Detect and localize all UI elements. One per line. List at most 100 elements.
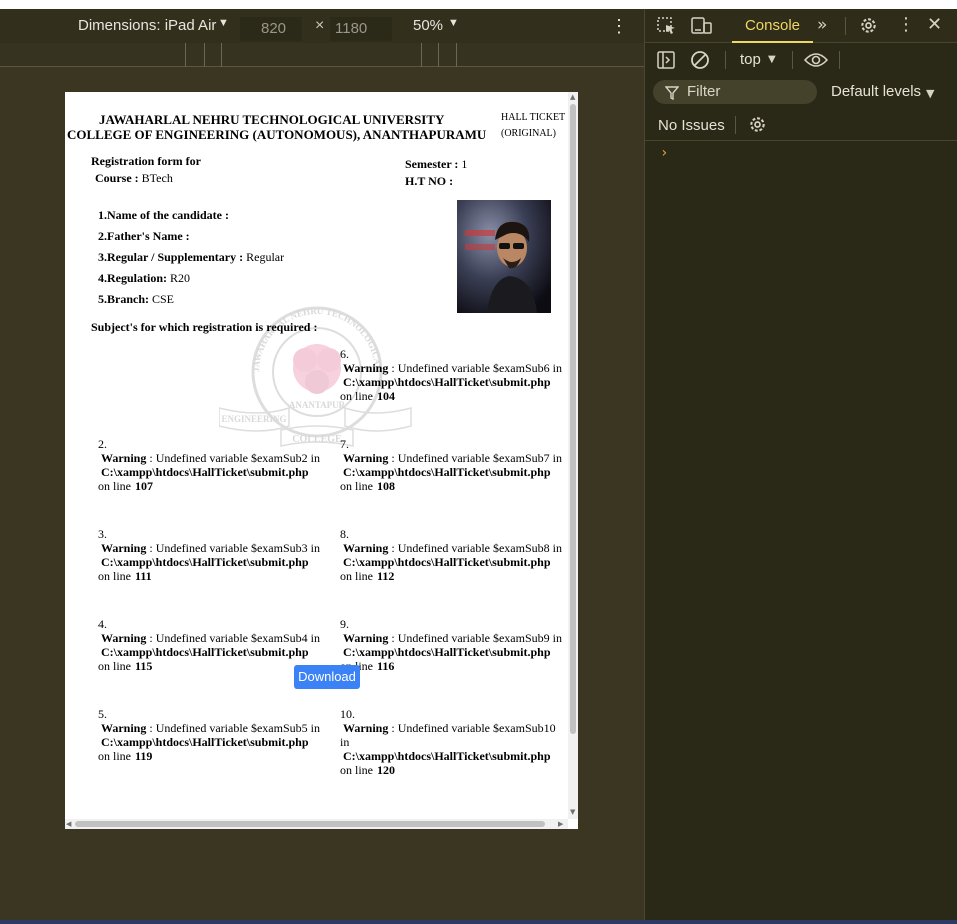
clear-icon[interactable] [690,50,710,70]
horizontal-scrollbar[interactable]: ◀ ▶ [65,819,568,829]
inspect-icon[interactable] [657,17,677,35]
zoom-select[interactable]: 50% [413,17,443,34]
context-caret-icon[interactable]: ▼ [768,54,776,65]
zoom-caret-icon[interactable]: ▼ [448,17,459,29]
tab-console[interactable]: Console [732,9,813,43]
height-input[interactable]: 1180 [330,17,392,41]
media-query-ruler[interactable] [0,43,645,67]
subjects-title: Subject's for which registration is requ… [91,320,318,334]
warning-line-number: 107 [135,479,153,493]
warning-path: C:\xampp\htdocs\HallTicket\submit.php [343,555,551,569]
warning-line-number: 112 [377,569,395,583]
eye-icon[interactable] [804,52,828,68]
kebab-icon[interactable]: ⋮ [897,14,915,35]
warning-path: C:\xampp\htdocs\HallTicket\submit.php [343,465,551,479]
warning-text: : Undefined variable $examSub4 in [149,631,320,645]
times-icon: × [315,17,325,34]
subject-number: 6. [340,347,349,361]
course-row: Course : BTech [95,171,173,186]
warning-label: Warning [343,721,389,735]
field-label: 1.Name of the candidate : [98,208,229,222]
devtools-panel: Console » ⋮ ✕ top ▼ Filter Default level… [644,9,957,921]
warning-label: Warning [343,451,389,465]
warning-text: : Undefined variable $examSub6 in [391,361,562,375]
log-levels-select[interactable]: Default levels [831,83,921,100]
issues-bar: No Issues [645,109,957,141]
download-button[interactable]: Download [294,665,360,689]
university-name-line2: COLLEGE OF ENGINEERING (AUTONOMOUS), ANA… [67,127,487,142]
issues-settings-icon[interactable] [748,115,767,134]
on-line-label: on line [98,659,131,673]
subject-number: 3. [98,527,107,541]
field-name-of-candidate: 1.Name of the candidate : [98,208,229,223]
vertical-scroll-thumb[interactable] [570,104,576,734]
field-label: 5.Branch: [98,292,149,306]
warning-text: : Undefined variable $examSub5 in [149,721,320,735]
warning-text: : Undefined variable $examSub2 in [149,451,320,465]
warning-line-number: 119 [135,749,153,763]
on-line-label: on line [340,763,373,777]
warning-path: C:\xampp\htdocs\HallTicket\submit.php [101,735,309,749]
device-more-icon[interactable]: ⋮ [610,17,628,35]
warning-line-number: 108 [377,479,395,493]
field-label: 2.Father's Name : [98,229,190,243]
subject-number: 4. [98,617,107,631]
subject-number: 2. [98,437,107,451]
subject-number: 7. [340,437,349,451]
close-icon[interactable]: ✕ [927,14,942,35]
on-line-label: on line [98,479,131,493]
watermark-city: ANANTAPUR [289,400,346,410]
warning-line-number: 116 [377,659,395,673]
field-fathers-name: 2.Father's Name : [98,229,190,244]
console-toolbar: top ▼ [645,43,957,77]
settings-icon[interactable] [859,16,878,35]
filter-icon [665,86,679,100]
warning-path: C:\xampp\htdocs\HallTicket\submit.php [343,375,551,389]
vertical-scrollbar[interactable]: ▲ ▼ [568,92,578,819]
field-label: 4.Regulation: [98,271,167,285]
scroll-left-icon[interactable]: ◀ [66,820,71,828]
on-line-label: on line [98,569,131,583]
warning-line-number: 120 [377,763,395,777]
semester-label: Semester : [405,157,459,171]
warning-label: Warning [343,631,389,645]
emulated-viewport[interactable]: JAWAHARLAL NEHRU TECHNOLOGICAL UNIVERSIT… [65,92,578,829]
hall-ticket-page: JAWAHARLAL NEHRU TECHNOLOGICAL UNIVERSIT… [65,92,568,819]
watermark-left: ENGINEERING [221,414,286,424]
sidebar-icon[interactable] [657,51,675,69]
horizontal-scroll-thumb[interactable] [75,821,545,827]
subject-cell: 10. Warning : Undefined variable $examSu… [340,707,565,777]
device-toggle-icon[interactable] [691,17,713,35]
field-value: CSE [152,292,175,306]
warning-line-number: 111 [135,569,152,583]
subject-cell: 9. Warning : Undefined variable $examSub… [340,617,565,673]
issues-count[interactable]: No Issues [658,117,725,134]
scroll-right-icon[interactable]: ▶ [558,820,563,828]
on-line-label: on line [340,479,373,493]
warning-text: : Undefined variable $examSub3 in [149,541,320,555]
dimensions-caret-icon[interactable]: ▼ [218,17,229,29]
more-tabs-icon[interactable]: » [817,15,827,35]
field-label: 3.Regular / Supplementary : [98,250,244,264]
dimensions-select[interactable]: Dimensions: iPad Air [78,17,216,34]
context-select[interactable]: top [740,51,761,68]
warning-line-number: 104 [377,389,395,403]
warning-path: C:\xampp\htdocs\HallTicket\submit.php [101,465,309,479]
warning-path: C:\xampp\htdocs\HallTicket\submit.php [343,749,551,763]
bottom-edge [0,920,957,924]
course-label: Course : [95,171,139,185]
course-value: BTech [141,171,173,185]
subject-number: 5. [98,707,107,721]
warning-label: Warning [101,631,147,645]
width-input[interactable]: 820 [240,17,302,41]
warning-text: : Undefined variable $examSub9 in [391,631,562,645]
levels-caret-icon[interactable]: ▼ [926,87,934,100]
field-branch: 5.Branch: CSE [98,292,174,307]
warning-label: Warning [343,541,389,555]
warning-label: Warning [101,541,147,555]
subject-number: 8. [340,527,349,541]
scroll-up-icon[interactable]: ▲ [570,93,575,101]
scroll-down-icon[interactable]: ▼ [570,808,575,816]
console-prompt-icon[interactable]: › [660,145,668,161]
semester-row: Semester : 1 [405,157,467,172]
